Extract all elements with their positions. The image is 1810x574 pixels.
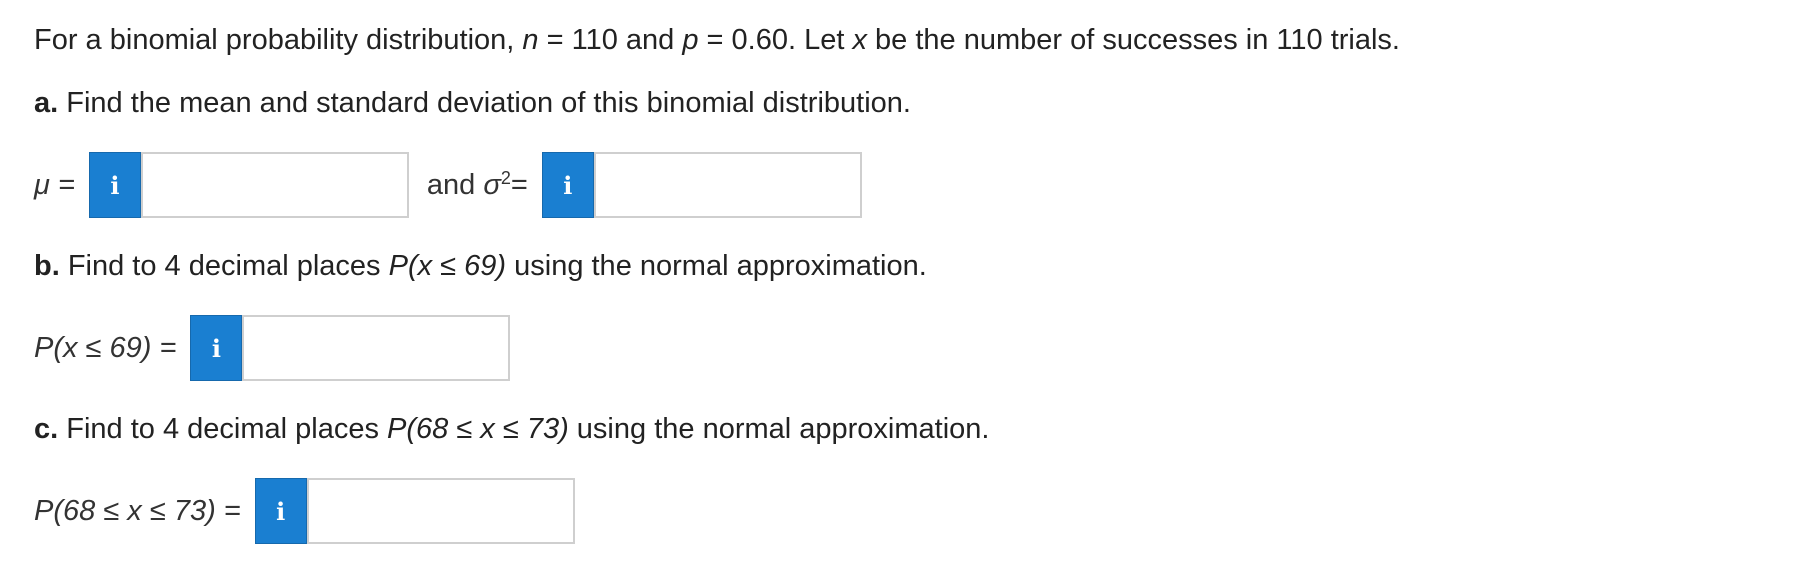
part-c-letter: c. [34,413,59,445]
part-a-prompt: a. Find the mean and standard deviation … [34,85,911,121]
mu-label: μ = [34,168,75,201]
part-c-input[interactable] [306,478,575,544]
sigma-label: and σ2 = [426,167,528,201]
part-a-text: Find the mean and standard deviation of … [58,87,911,119]
n-variable: n [522,24,539,56]
info-icon: i [110,170,120,200]
part-c-answer-label: P(68 ≤ x ≤ 73) = [34,494,241,527]
part-c-info-button[interactable]: i [254,478,307,544]
sigma-group: and σ2 = i [427,152,862,218]
part-b-answer-row: P(x ≤ 69) = i [34,315,511,381]
part-b-prompt: b. Find to 4 decimal places P(x ≤ 69) us… [34,250,927,282]
mu-input[interactable] [140,152,409,218]
part-b-answer-label: P(x ≤ 69) = [34,331,177,364]
part-b-info-button[interactable]: i [190,315,243,381]
p-variable: p [682,24,699,56]
info-icon: i [211,333,221,363]
sigma-info-button[interactable]: i [541,152,594,218]
info-icon: i [276,496,286,526]
part-c-expression: P(68 ≤ x ≤ 73) [387,413,569,445]
intro-text-4: be the number of successes in 110 trials… [866,24,1400,56]
intro-text-3: = 0.60. Let [698,24,853,56]
part-c-prompt: c. Find to 4 decimal places P(68 ≤ x ≤ 7… [34,413,990,445]
part-a-letter: a. [34,87,59,119]
part-c-answer-row: P(68 ≤ x ≤ 73) = i [34,478,575,544]
part-a-answer-row: μ = i and σ2 = i [34,152,862,218]
problem-statement: For a binomial probability distribution,… [34,22,1400,58]
mu-group: μ = i [34,152,409,218]
intro-text-1: For a binomial probability distribution, [34,24,523,56]
part-b-letter: b. [34,250,60,282]
info-icon: i [563,170,573,200]
part-b-input[interactable] [242,315,511,381]
x-variable: x [852,24,867,56]
part-b-expression: P(x ≤ 69) [388,250,507,282]
sigma-input[interactable] [593,152,862,218]
mu-info-button[interactable]: i [88,152,141,218]
intro-text-2: = 110 and [538,24,683,56]
